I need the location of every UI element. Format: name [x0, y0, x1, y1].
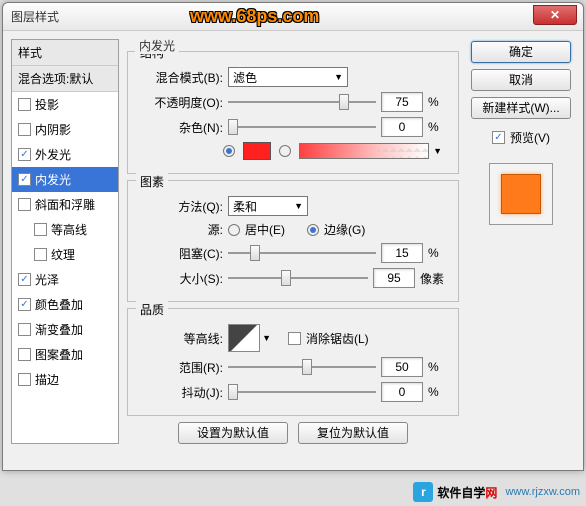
close-button[interactable]: ✕	[533, 5, 577, 25]
style-item-color-overlay[interactable]: ✓颜色叠加	[12, 292, 118, 317]
noise-input[interactable]: 0	[381, 117, 423, 137]
chevron-down-icon: ▼	[433, 146, 442, 156]
right-panel: 确定 取消 新建样式(W)... ✓ 预览(V)	[467, 39, 575, 444]
antialias-label: 消除锯齿(L)	[306, 330, 369, 347]
opacity-slider[interactable]	[228, 93, 376, 111]
range-input[interactable]: 50	[381, 357, 423, 377]
dialog-window: 图层样式 ✕ 样式 混合选项:默认 投影 内阴影 ✓外发光 ✓内发光 斜面和浮雕…	[2, 2, 584, 471]
range-slider[interactable]	[228, 358, 376, 376]
style-item-pattern-overlay[interactable]: 图案叠加	[12, 342, 118, 367]
elements-legend: 图素	[136, 173, 168, 190]
new-style-button[interactable]: 新建样式(W)...	[471, 97, 571, 119]
unit-label: %	[428, 360, 448, 374]
checkbox-icon[interactable]	[18, 98, 31, 111]
checkbox-icon[interactable]	[18, 198, 31, 211]
style-item-outer-glow[interactable]: ✓外发光	[12, 142, 118, 167]
opacity-input[interactable]: 75	[381, 92, 423, 112]
jitter-slider[interactable]	[228, 383, 376, 401]
unit-label: %	[428, 246, 448, 260]
footer-watermark: r 软件自学网 www.rjzxw.com	[413, 482, 580, 502]
noise-slider[interactable]	[228, 118, 376, 136]
structure-group: 结构 混合模式(B): 滤色▼ 不透明度(O): 75 % 杂色(N): 0	[127, 51, 459, 174]
size-slider[interactable]	[228, 269, 368, 287]
choke-label: 阻塞(C):	[138, 245, 223, 262]
window-title: 图层样式	[11, 8, 59, 25]
checkbox-icon[interactable]	[34, 248, 47, 261]
site-logo-icon: r	[413, 482, 433, 502]
quality-legend: 品质	[136, 301, 168, 318]
method-label: 方法(Q):	[138, 198, 223, 215]
checkbox-icon[interactable]: ✓	[18, 298, 31, 311]
color-radio[interactable]	[223, 145, 235, 157]
style-item-inner-glow[interactable]: ✓内发光	[12, 167, 118, 192]
chevron-down-icon: ▼	[262, 333, 271, 343]
ok-button[interactable]: 确定	[471, 41, 571, 63]
unit-label: %	[428, 120, 448, 134]
elements-group: 图素 方法(Q): 柔和▼ 源: 居中(E) 边缘(G) 阻塞(C):	[127, 180, 459, 302]
style-item-texture[interactable]: 纹理	[12, 242, 118, 267]
source-label: 源:	[138, 221, 223, 238]
checkbox-icon[interactable]: ✓	[18, 273, 31, 286]
checkbox-icon[interactable]	[18, 123, 31, 136]
checkbox-icon[interactable]	[18, 348, 31, 361]
choke-slider[interactable]	[228, 244, 376, 262]
unit-label: %	[428, 385, 448, 399]
antialias-checkbox[interactable]	[288, 332, 301, 345]
source-edge-label: 边缘(G)	[324, 221, 365, 238]
main-panel: 内发光 结构 混合模式(B): 滤色▼ 不透明度(O): 75 % 杂色(N):	[127, 39, 459, 444]
style-item-contour[interactable]: 等高线	[12, 217, 118, 242]
set-default-button[interactable]: 设置为默认值	[178, 422, 288, 444]
method-dropdown[interactable]: 柔和▼	[228, 196, 308, 216]
style-list-header: 样式	[12, 40, 118, 66]
cancel-button[interactable]: 取消	[471, 69, 571, 91]
chevron-down-icon: ▼	[334, 72, 343, 82]
preview-label: 预览(V)	[510, 129, 550, 146]
panel-title: 内发光	[135, 37, 179, 54]
style-item-drop-shadow[interactable]: 投影	[12, 92, 118, 117]
contour-picker[interactable]: ▼	[228, 324, 260, 352]
gradient-radio[interactable]	[279, 145, 291, 157]
checkbox-icon[interactable]	[34, 223, 47, 236]
quality-group: 品质 等高线: ▼ 消除锯齿(L) 范围(R): 50 % 抖动(J):	[127, 308, 459, 416]
checkbox-icon[interactable]	[18, 373, 31, 386]
source-center-radio[interactable]	[228, 224, 240, 236]
blend-mode-label: 混合模式(B):	[138, 69, 223, 86]
checkbox-icon[interactable]	[18, 323, 31, 336]
style-item-inner-shadow[interactable]: 内阴影	[12, 117, 118, 142]
noise-label: 杂色(N):	[138, 119, 223, 136]
range-label: 范围(R):	[138, 359, 223, 376]
style-item-stroke[interactable]: 描边	[12, 367, 118, 392]
color-swatch[interactable]	[243, 142, 271, 160]
style-list: 样式 混合选项:默认 投影 内阴影 ✓外发光 ✓内发光 斜面和浮雕 等高线 纹理…	[11, 39, 119, 444]
overlay-url: www.68ps.com	[190, 6, 319, 27]
source-center-label: 居中(E)	[245, 221, 285, 238]
unit-label: %	[428, 95, 448, 109]
site-url: www.rjzxw.com	[505, 486, 580, 498]
jitter-label: 抖动(J):	[138, 384, 223, 401]
gradient-picker[interactable]: ▼	[299, 143, 429, 159]
reset-default-button[interactable]: 复位为默认值	[298, 422, 408, 444]
style-item-gradient-overlay[interactable]: 渐变叠加	[12, 317, 118, 342]
unit-label: 像素	[420, 270, 448, 287]
preview-checkbox[interactable]: ✓	[492, 131, 505, 144]
site-name: 软件自学网	[437, 484, 497, 501]
size-label: 大小(S):	[138, 270, 223, 287]
source-edge-radio[interactable]	[307, 224, 319, 236]
preview-box	[489, 163, 553, 225]
preview-swatch	[501, 174, 541, 214]
checkbox-icon[interactable]: ✓	[18, 148, 31, 161]
jitter-input[interactable]: 0	[381, 382, 423, 402]
contour-label: 等高线:	[138, 330, 223, 347]
blend-mode-dropdown[interactable]: 滤色▼	[228, 67, 348, 87]
opacity-label: 不透明度(O):	[138, 94, 223, 111]
checkbox-icon[interactable]: ✓	[18, 173, 31, 186]
choke-input[interactable]: 15	[381, 243, 423, 263]
chevron-down-icon: ▼	[294, 201, 303, 211]
size-input[interactable]: 95	[373, 268, 415, 288]
style-item-satin[interactable]: ✓光泽	[12, 267, 118, 292]
style-item-bevel[interactable]: 斜面和浮雕	[12, 192, 118, 217]
blend-options-row[interactable]: 混合选项:默认	[12, 66, 118, 92]
